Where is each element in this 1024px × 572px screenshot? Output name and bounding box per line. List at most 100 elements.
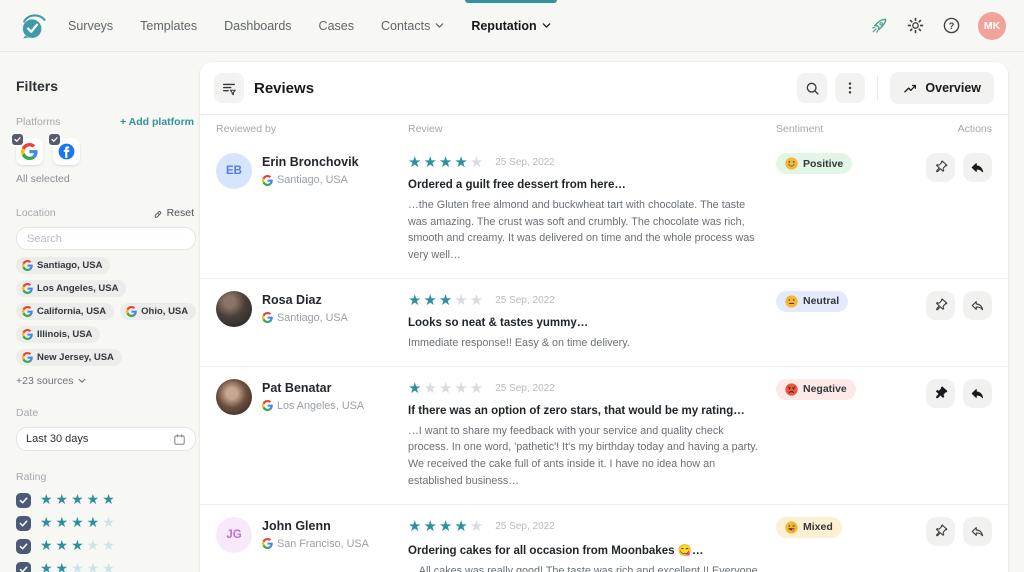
rating-filter-row: ★★★★★ [16,514,194,532]
review-date: 25 Sep, 2022 [495,294,555,306]
nav-item-label: Templates [140,18,198,33]
sentiment-emoji-icon [785,157,798,170]
stars-empty: ★ [469,154,486,171]
platform-facebook[interactable] [49,134,80,165]
nav-item[interactable]: Templates [140,0,197,52]
review-title[interactable]: If there was an option of zero stars, th… [408,405,762,417]
user-avatar[interactable]: MK [978,11,1006,40]
review-body: …I want to share my feedback with your s… [408,424,758,487]
divider [877,76,879,100]
nav-item-label: Dashboards [224,18,292,33]
review-row: Rosa Diaz Santiago, USA ★★★★★ 25 Sep, 20… [200,277,1008,366]
sentiment-badge-label: Negative [803,383,847,396]
review-title[interactable]: Looks so neat & tastes yummy… [408,317,762,329]
sentiment-badge-label: Positive [803,157,844,170]
more-sources-button[interactable]: +23 sources [16,375,86,387]
date-range-input[interactable]: Last 30 days [16,427,196,451]
checkbox-checked[interactable] [16,561,31,572]
search-reviews-button[interactable] [797,73,828,103]
pin-icon [936,386,948,398]
column-actions: Actions [957,123,992,135]
kebab-menu-icon [849,82,852,94]
search-icon [806,82,819,95]
all-selected-label: All selected [16,173,70,185]
location-chip[interactable]: Santiago, USA [16,257,111,274]
review-row: EB Erin Bronchovik Santiago, USA ★★★★★ 2… [200,141,1008,278]
gear-icon[interactable] [906,16,925,35]
facebook-icon [58,143,75,160]
nav-item-label: Surveys [68,18,114,33]
nav-item[interactable]: Contacts [381,0,444,52]
column-sentiment: Sentiment [776,123,824,135]
nav-item-label: Cases [318,18,354,33]
stars-filled: ★ [408,379,424,397]
review-row: Pat Benatar Los Angeles, USA ★★★★★ 25 Se… [200,365,1008,504]
review-title[interactable]: Ordered a guilt free dessert from here… [408,179,762,191]
platforms-label: Platforms [16,116,61,128]
location-chip[interactable]: Ohio, USA [120,303,197,320]
checkbox-checked[interactable] [16,538,31,554]
brand-logo-icon[interactable] [18,11,48,41]
star-rating: ★★★★★ [40,514,118,532]
chip-label: New Jersey, USA [37,352,114,363]
star-rating: ★★★★★ [40,560,118,572]
star-rating: ★★★★★ [40,491,118,509]
location-chip[interactable]: California, USA [16,303,115,320]
pin-icon [936,524,948,536]
reply-button[interactable] [963,378,992,408]
reviewer-avatar [216,290,252,327]
svg-text:?: ? [949,21,955,31]
pin-button[interactable] [926,153,955,182]
chevron-down-icon [436,23,444,28]
location-chip[interactable]: Illinois, USA [16,326,101,343]
nav-item[interactable]: Dashboards [224,0,291,52]
platform-google[interactable] [12,134,43,165]
help-icon[interactable]: ? [942,16,961,35]
reply-button[interactable] [963,153,992,182]
location-chip[interactable]: New Jersey, USA [16,349,122,366]
nav-item[interactable]: Surveys [68,0,113,52]
stars-empty: ★★★★ [423,379,486,397]
chevron-down-icon [78,378,85,383]
stars-filled: ★★★★ [408,154,470,171]
checkbox-checked[interactable] [16,492,31,508]
google-icon [22,260,33,271]
location-label: Location [16,207,56,219]
chip-label: Santiago, USA [37,260,103,271]
stars-filled: ★★ [40,560,72,572]
nav-item[interactable]: Cases [319,0,354,52]
pin-button[interactable] [926,290,955,320]
add-platform-button[interactable]: + Add platform [120,116,194,128]
rating-filter: ★★★★★ ★★★★★ ★★★★★ ★★★★★ ★★★★★ [16,491,194,572]
reviewer-location: San Franciso, USA [277,537,369,550]
more-options-button[interactable] [835,73,866,103]
pin-button[interactable] [926,516,955,546]
pin-button[interactable] [926,378,955,408]
review-body: …All cakes was really good! The taste wa… [408,564,758,572]
chevron-down-icon [542,23,550,28]
review-title[interactable]: Ordering cakes for all occasion from Moo… [408,543,762,557]
stars-filled: ★★★★ [408,517,470,535]
nav-item[interactable]: Reputation [465,0,557,52]
filter-sort-button[interactable] [214,73,244,103]
review-row: JG John Glenn San Franciso, USA ★★★★★ 25… [200,503,1008,572]
chip-label: Illinois, USA [37,329,93,340]
google-icon [22,352,33,363]
rocket-icon[interactable] [869,16,889,36]
reply-button[interactable] [963,516,992,546]
location-search-input[interactable] [16,227,196,250]
google-icon [21,143,38,160]
location-chip[interactable]: Los Angeles, USA [16,280,127,297]
review-body: …the Gluten free almond and buckwheat ta… [408,199,755,262]
nav-menu: Surveys Templates Dashboards Cases Conta… [68,0,557,52]
reply-button[interactable] [963,290,992,320]
stars-empty: ★★★ [71,560,118,572]
location-chips: Santiago, USA Los Angeles, USA Californi… [16,257,200,366]
checkbox-checked[interactable] [16,515,31,531]
overview-button[interactable]: Overview [890,72,994,104]
sentiment-badge: Mixed [776,516,842,538]
calendar-icon [174,433,185,445]
stars-empty: ★★ [86,537,118,553]
reset-button[interactable]: Reset [153,207,194,219]
nav-item-label: Contacts [380,18,431,33]
